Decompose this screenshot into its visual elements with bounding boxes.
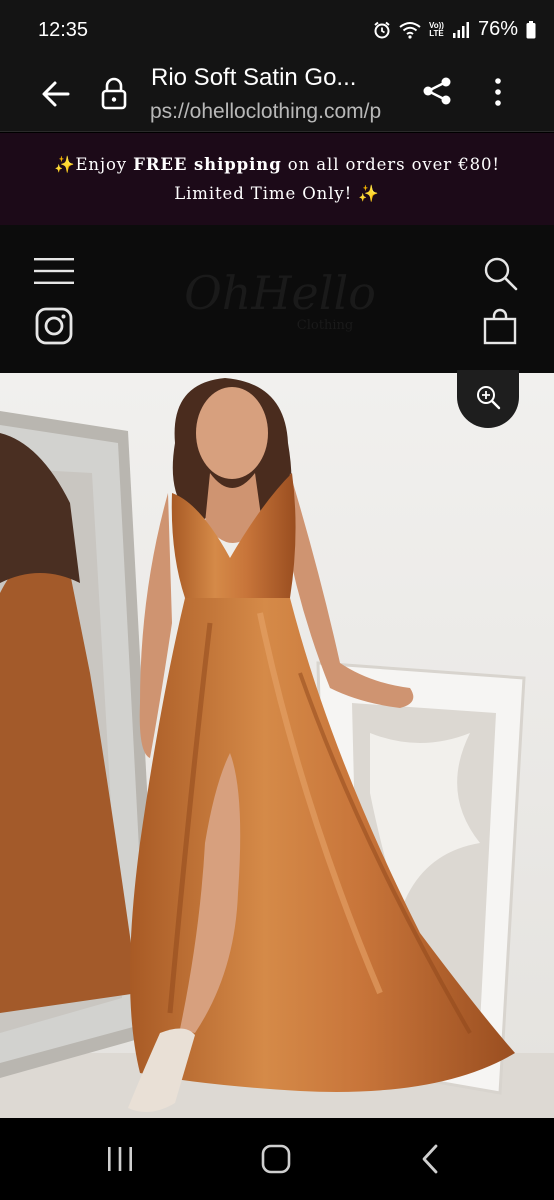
promo-banner: ✨Enjoy FREE shipping on all orders over … xyxy=(0,133,554,225)
search-icon[interactable] xyxy=(482,255,518,291)
battery-percent: 76% xyxy=(477,18,518,40)
product-image[interactable] xyxy=(0,373,554,1118)
site-header: OhHello Clothing xyxy=(0,225,554,373)
back-arrow-icon[interactable] xyxy=(38,76,74,112)
system-nav-bar xyxy=(0,1118,554,1200)
volte-indicator: Vo)) LTE xyxy=(429,20,444,38)
product-photo xyxy=(0,373,554,1118)
home-icon[interactable] xyxy=(256,1142,296,1176)
page-title[interactable]: Rio Soft Satin Go... xyxy=(151,64,401,92)
promo-line-2: Limited Time Only! ✨ xyxy=(174,184,380,203)
nav-back-icon[interactable] xyxy=(412,1142,452,1176)
browser-toolbar: Rio Soft Satin Go... ps://ohelloclothing… xyxy=(0,58,554,132)
alarm-icon xyxy=(374,21,390,38)
share-icon[interactable] xyxy=(420,74,454,108)
status-icons: Vo)) LTE 76% xyxy=(373,18,536,41)
svg-text:OhHello: OhHello xyxy=(184,266,376,320)
recent-apps-icon[interactable] xyxy=(100,1142,140,1176)
hamburger-icon[interactable] xyxy=(34,257,74,285)
wifi-icon xyxy=(399,21,421,39)
status-time: 12:35 xyxy=(38,19,89,41)
page-url[interactable]: ps://ohelloclothing.com/p xyxy=(150,100,396,124)
lock-icon[interactable] xyxy=(100,77,128,111)
zoom-in-icon xyxy=(477,386,501,410)
battery-icon xyxy=(526,20,536,38)
status-bar: 12:35 Vo)) LTE 76% xyxy=(0,0,554,58)
svg-text:Clothing: Clothing xyxy=(297,318,353,333)
promo-line-1: ✨Enjoy FREE shipping on all orders over … xyxy=(54,155,500,174)
site-logo[interactable]: OhHello Clothing xyxy=(175,257,385,337)
instagram-icon[interactable] xyxy=(35,307,73,345)
more-vert-icon[interactable] xyxy=(486,74,510,110)
signal-icon xyxy=(452,21,469,38)
shopping-bag-icon[interactable] xyxy=(483,307,517,345)
promo-free-shipping: FREE shipping xyxy=(133,155,282,174)
